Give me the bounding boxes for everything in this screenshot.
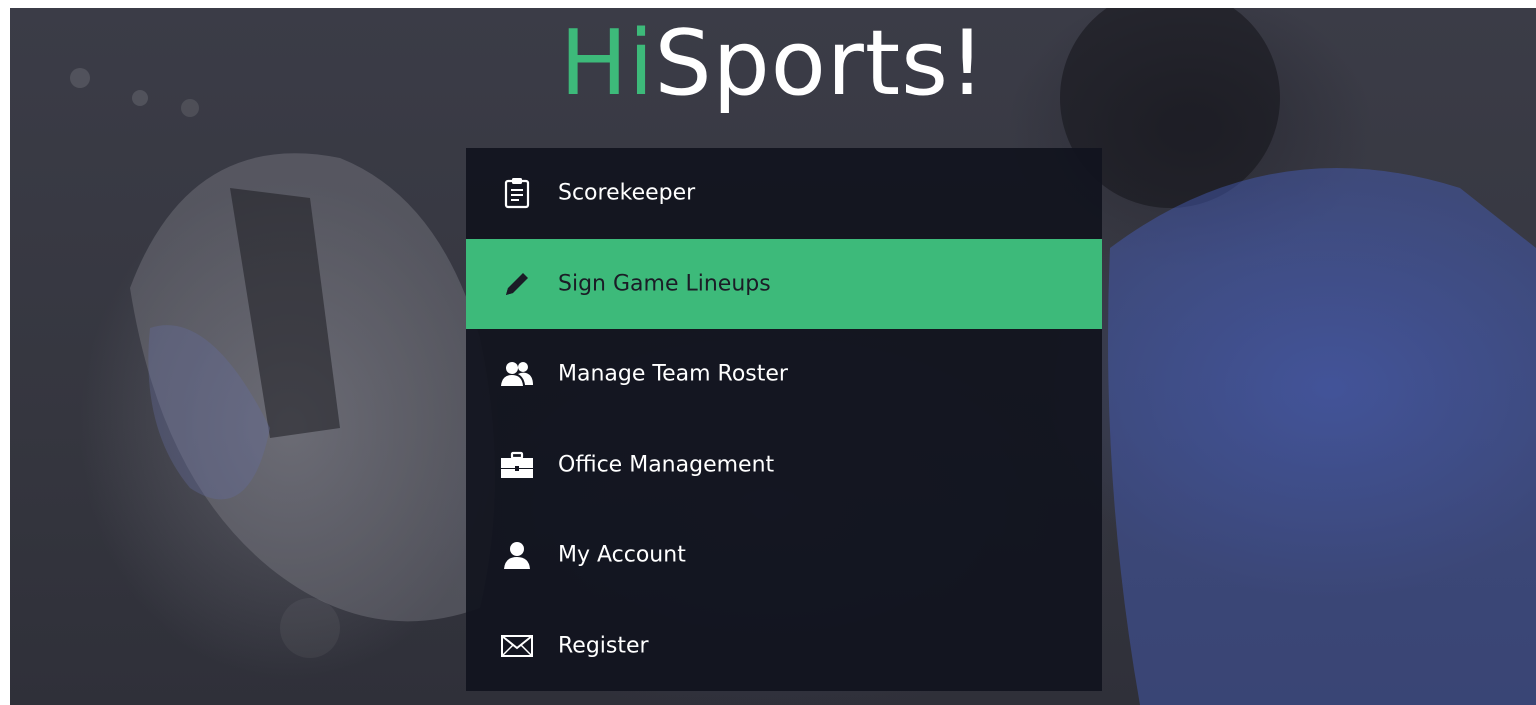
bokeh-light	[280, 598, 340, 658]
menu-item-label: Register	[558, 633, 649, 659]
menu-item-label: Scorekeeper	[558, 180, 696, 206]
menu-item-manage-team-roster[interactable]: Manage Team Roster	[466, 329, 1102, 420]
menu-item-label: Manage Team Roster	[558, 361, 788, 387]
menu-item-sign-game-lineups[interactable]: Sign Game Lineups	[466, 238, 1102, 329]
menu-item-register[interactable]: Register	[466, 601, 1102, 692]
app-logo: HiSports!	[10, 8, 1536, 124]
pencil-icon	[500, 267, 534, 301]
briefcase-icon	[500, 448, 534, 482]
menu-item-my-account[interactable]: My Account	[466, 510, 1102, 601]
user-icon	[500, 538, 534, 572]
envelope-icon	[500, 629, 534, 663]
logo-sports: Sports!	[654, 11, 987, 116]
clipboard-icon	[500, 176, 534, 210]
menu-item-office-management[interactable]: Office Management	[466, 420, 1102, 511]
menu-item-label: Sign Game Lineups	[558, 271, 771, 297]
logo-hi: Hi	[559, 11, 655, 116]
background-hero: HiSports! Scorekeeper Sign Game Lineups …	[10, 8, 1536, 705]
main-menu: Scorekeeper Sign Game Lineups Manage Tea…	[466, 148, 1102, 691]
users-icon	[500, 357, 534, 391]
menu-item-scorekeeper[interactable]: Scorekeeper	[466, 148, 1102, 239]
menu-item-label: My Account	[558, 542, 686, 568]
menu-item-label: Office Management	[558, 452, 775, 478]
jersey-shape	[1108, 168, 1536, 705]
